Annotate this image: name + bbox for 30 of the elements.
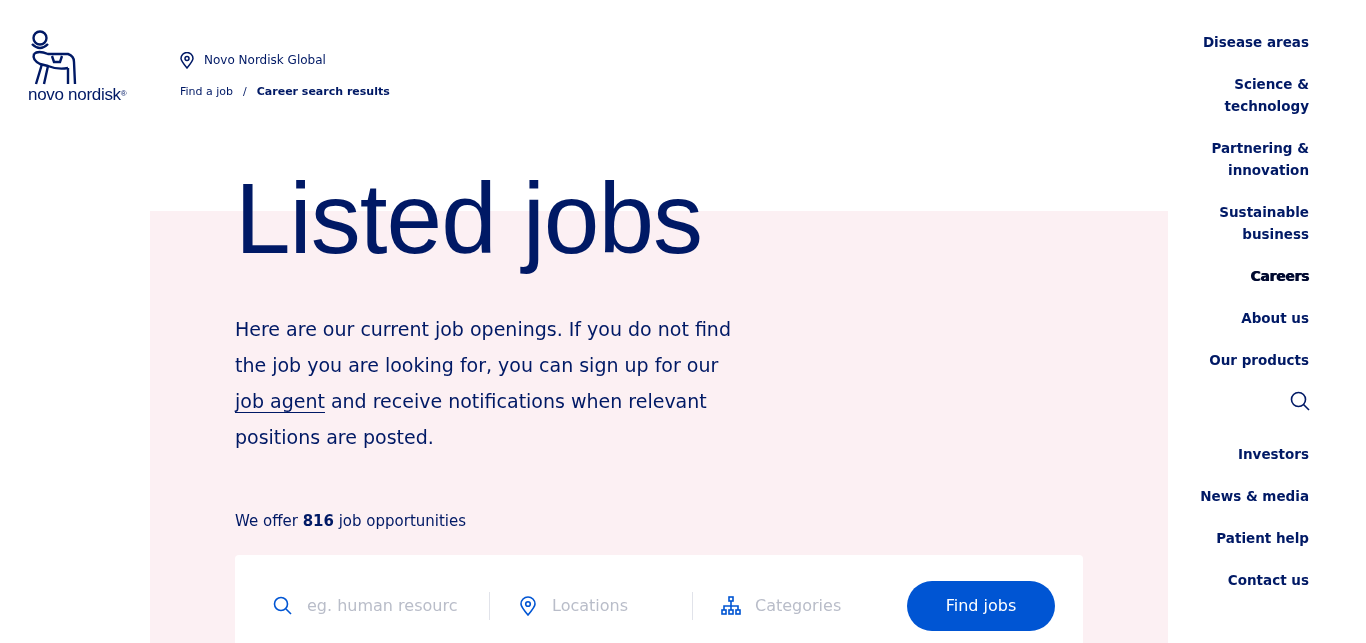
nav-link[interactable]: Disease areas bbox=[1179, 31, 1309, 53]
job-agent-link[interactable]: job agent bbox=[235, 390, 325, 413]
site-link[interactable]: Novo Nordisk Global bbox=[204, 51, 326, 69]
breadcrumb-link[interactable]: Find a job bbox=[180, 84, 234, 101]
hierarchy-icon bbox=[721, 595, 741, 616]
page-heading: Listed jobs bbox=[235, 161, 704, 276]
nav-link[interactable]: Partnering & innovation bbox=[1179, 137, 1309, 181]
job-count-text: We offer 816 job opportunities bbox=[235, 511, 468, 532]
nav-link[interactable]: About us bbox=[1179, 307, 1309, 329]
search-icon[interactable] bbox=[1290, 391, 1310, 411]
input-field[interactable]: Categories bbox=[753, 592, 883, 619]
breadcrumb-link[interactable]: Career search results bbox=[256, 84, 390, 101]
intro-paragraph: Here are our current job openings. If you do not find the job you are looking for, you can sign up for our job agent and receive notifications when relevant positions are posted. bbox=[235, 317, 732, 450]
nav-link[interactable]: Contact us bbox=[1179, 569, 1309, 591]
breadcrumb-separator: / bbox=[243, 84, 247, 100]
location-pin-icon bbox=[518, 595, 538, 616]
input-field[interactable]: Locations bbox=[550, 592, 680, 619]
nav-link[interactable]: Careers bbox=[1179, 265, 1309, 287]
nav-link[interactable]: Our products bbox=[1179, 349, 1309, 371]
nav-link[interactable]: News & media bbox=[1179, 485, 1309, 507]
nav-link[interactable]: Patient help bbox=[1179, 527, 1309, 549]
bull-icon bbox=[28, 30, 78, 86]
logo-text[interactable]: novo nordisk$^{®}$ bbox=[28, 86, 127, 103]
find-jobs-button[interactable]: Find jobs bbox=[907, 580, 1055, 631]
nav-link[interactable]: Science & technology bbox=[1179, 73, 1309, 117]
nav-link[interactable]: Sustainable business bbox=[1179, 201, 1309, 245]
input-field[interactable]: eg. human resourc bbox=[305, 592, 477, 619]
nav-link[interactable]: Investors bbox=[1179, 443, 1309, 465]
search-icon bbox=[273, 595, 293, 616]
location-pin-icon bbox=[180, 51, 194, 69]
